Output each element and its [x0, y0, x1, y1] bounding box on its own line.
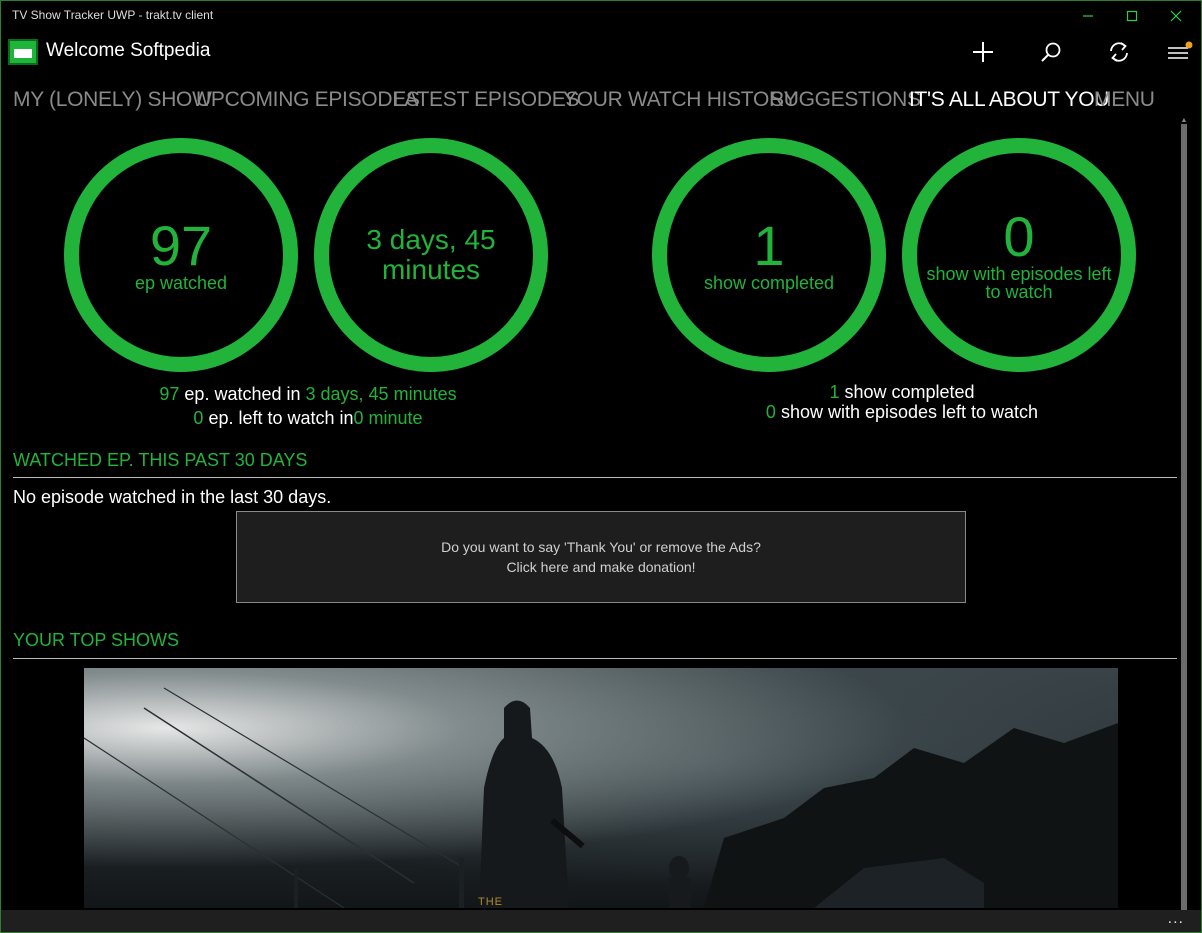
watched-section-divider: [13, 477, 1177, 478]
plus-icon: [973, 42, 993, 62]
shows-left-label-line1: show with episodes left: [926, 264, 1112, 284]
time-watched-ring: 3 days, 45 minutes: [314, 138, 548, 372]
add-button[interactable]: [963, 34, 1003, 70]
scrollbar-thumb[interactable]: [1181, 124, 1187, 910]
summary-left-line1: 97 ep. watched in 3 days, 45 minutes: [120, 382, 496, 406]
summary-left-time2: 0 minute: [353, 408, 423, 428]
hamburger-menu-button[interactable]: [1160, 34, 1200, 70]
maximize-button[interactable]: [1110, 0, 1154, 32]
shows-left-value: 0: [1003, 205, 1035, 268]
close-button[interactable]: [1154, 0, 1198, 32]
summary-right-count2: 0: [765, 402, 776, 422]
donation-line1: Do you want to say 'Thank You' or remove…: [441, 539, 761, 555]
top-shows-divider: [13, 658, 1177, 659]
summary-right-text1: show completed: [839, 382, 975, 402]
ep-watched-value: 97: [149, 214, 213, 277]
more-options-icon[interactable]: ...: [1168, 910, 1184, 928]
time-watched-line2: minutes: [381, 254, 481, 285]
tab-my-lonely-show[interactable]: MY (LONELY) SHOW: [13, 88, 212, 112]
main-tabs: MY (LONELY) SHOW UPCOMING EPISODES LATES…: [0, 88, 1180, 118]
bottom-app-bar: ...: [0, 910, 1202, 933]
summary-right-line2: 0 show with episodes left to watch: [720, 402, 1084, 422]
watched-section-title: WATCHED EP. THIS PAST 30 DAYS: [13, 450, 308, 470]
title-bar: TV Show Tracker UWP - trakt.tv client: [0, 0, 1202, 32]
tab-watch-history[interactable]: YOUR WATCH HISTORY: [563, 88, 797, 112]
minimize-icon: [1083, 15, 1093, 17]
tab-all-about-you[interactable]: IT'S ALL ABOUT YOU: [909, 88, 1109, 112]
summary-right-line1: 1 show completed: [720, 382, 1084, 402]
tab-upcoming-episodes[interactable]: UPCOMING EPISODES: [196, 88, 420, 112]
tab-suggestions[interactable]: SUGGESTIONS: [770, 88, 921, 112]
shows-completed-value: 1: [753, 214, 785, 277]
maximize-icon: [1126, 10, 1138, 22]
search-icon: [1041, 42, 1061, 62]
poster-scene-icon: [84, 687, 1118, 908]
search-button[interactable]: [1031, 34, 1071, 70]
summary-left-count2: 0: [193, 408, 204, 428]
close-icon: [1170, 10, 1182, 22]
top-show-poster[interactable]: THE: [84, 668, 1118, 908]
summary-left-text2: ep. left to watch in: [203, 408, 354, 428]
summary-left-text1: ep. watched in: [179, 384, 306, 404]
shows-completed-label: show completed: [703, 273, 835, 293]
no-episode-message: No episode watched in the last 30 days.: [13, 487, 332, 507]
hamburger-icon: [1168, 41, 1193, 59]
time-watched-line1: 3 days, 45: [366, 224, 496, 255]
ep-watched-ring: 97 ep watched: [64, 138, 298, 372]
app-logo: [8, 39, 38, 65]
shows-left-ring: 0 show with episodes left to watch: [902, 138, 1136, 372]
summary-right-text2: show with episodes left to watch: [775, 402, 1039, 422]
window-title: TV Show Tracker UWP - trakt.tv client: [12, 8, 214, 22]
donation-banner[interactable]: Do you want to say 'Thank You' or remove…: [236, 511, 966, 603]
tab-latest-episodes[interactable]: LATEST EPISODES: [393, 88, 579, 112]
refresh-button[interactable]: [1099, 34, 1139, 70]
refresh-icon: [1110, 42, 1128, 62]
summary-right: 1 show completed 0 show with episodes le…: [720, 382, 1084, 422]
top-shows-title: YOUR TOP SHOWS: [13, 630, 180, 650]
donation-line2: Click here and make donation!: [506, 559, 696, 575]
summary-left-time1: 3 days, 45 minutes: [305, 384, 457, 404]
summary-right-count1: 1: [829, 382, 840, 402]
ep-watched-label: ep watched: [134, 273, 228, 293]
summary-left: 97 ep. watched in 3 days, 45 minutes 0 e…: [120, 382, 496, 430]
welcome-text: Welcome Softpedia: [46, 40, 211, 61]
summary-left-line2: 0 ep. left to watch in0 minute: [120, 406, 496, 430]
notification-dot-icon: [1185, 41, 1193, 49]
shows-left-label-line2: to watch: [985, 282, 1053, 302]
minimize-button[interactable]: [1066, 0, 1110, 32]
shows-completed-ring: 1 show completed: [652, 138, 886, 372]
tab-menu[interactable]: MENU: [1094, 88, 1155, 112]
app-header: Welcome Softpedia: [0, 32, 1202, 72]
summary-left-count1: 97: [159, 384, 180, 404]
poster-caption: THE: [478, 896, 503, 908]
